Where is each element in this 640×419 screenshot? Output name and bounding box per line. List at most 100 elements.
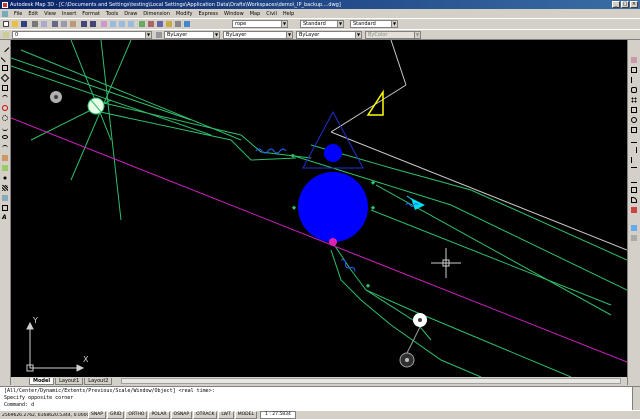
close-button[interactable]: × bbox=[630, 1, 638, 8]
zoom-previous-icon[interactable] bbox=[127, 20, 135, 28]
command-scrollbar[interactable] bbox=[632, 387, 640, 411]
erase-icon[interactable] bbox=[630, 56, 638, 64]
scale-icon[interactable] bbox=[630, 126, 638, 134]
minimize-button[interactable]: _ bbox=[612, 1, 620, 8]
mirror-icon[interactable] bbox=[630, 76, 638, 84]
new-icon[interactable] bbox=[2, 20, 10, 28]
menu-express[interactable]: Express bbox=[195, 11, 221, 17]
menu-insert[interactable]: Insert bbox=[59, 11, 79, 17]
app-icon[interactable] bbox=[2, 1, 8, 8]
tool-palettes-icon[interactable] bbox=[156, 20, 164, 28]
stretch-icon[interactable] bbox=[630, 136, 638, 144]
lineweight-combo[interactable]: ByLayer ▼ bbox=[296, 31, 362, 39]
otrack-toggle[interactable]: OTRACK bbox=[193, 411, 218, 419]
menu-draw[interactable]: Draw bbox=[121, 11, 140, 17]
document-icon[interactable] bbox=[2, 10, 8, 17]
ellipse-arc-icon[interactable] bbox=[1, 144, 9, 152]
textstyle-combo[interactable]: Standard ▼ bbox=[350, 20, 398, 28]
menu-file[interactable]: File bbox=[11, 11, 25, 17]
linetype-combo[interactable]: ByLayer ▼ bbox=[223, 31, 293, 39]
pan-icon[interactable] bbox=[100, 20, 108, 28]
horizontal-scrollbar[interactable] bbox=[121, 378, 621, 384]
extend-icon[interactable] bbox=[630, 156, 638, 164]
offset-icon[interactable] bbox=[630, 86, 638, 94]
move-icon[interactable] bbox=[630, 106, 638, 114]
command-prompt[interactable]: Command: d bbox=[4, 402, 636, 409]
help-icon[interactable] bbox=[183, 20, 191, 28]
calculator-icon[interactable] bbox=[174, 20, 182, 28]
circle-icon[interactable] bbox=[1, 104, 9, 112]
join-icon[interactable] bbox=[630, 176, 638, 184]
model-toggle[interactable]: MODEL bbox=[234, 411, 257, 419]
arc-icon[interactable] bbox=[1, 94, 9, 102]
rotate-icon[interactable] bbox=[630, 116, 638, 124]
revcloud-icon[interactable] bbox=[1, 114, 9, 122]
cut-icon[interactable] bbox=[51, 20, 59, 28]
menu-modify[interactable]: Modify bbox=[173, 11, 196, 17]
command-window[interactable]: [All/Center/Dynamic/Extents/Previous/Sca… bbox=[0, 386, 640, 411]
design-center-icon[interactable] bbox=[147, 20, 155, 28]
polygon-icon[interactable] bbox=[0, 73, 10, 83]
menu-tools[interactable]: Tools bbox=[103, 11, 121, 17]
draw-order-icon[interactable] bbox=[630, 224, 638, 232]
polar-toggle[interactable]: POLAR bbox=[148, 411, 170, 419]
trim-icon[interactable] bbox=[630, 146, 638, 154]
line-icon[interactable] bbox=[0, 43, 10, 53]
break-icon[interactable] bbox=[630, 166, 638, 174]
menu-dimension[interactable]: Dimension bbox=[140, 11, 173, 17]
coordinate-readout[interactable]: 2569626.2762, 6168620.5344, 0.0000 bbox=[0, 413, 88, 418]
copy-icon[interactable] bbox=[60, 20, 68, 28]
osnap-toggle[interactable]: OSNAP bbox=[170, 411, 193, 419]
zoom-window-icon[interactable] bbox=[118, 20, 126, 28]
tab-layout2[interactable]: Layout2 bbox=[84, 378, 113, 385]
layer-combo[interactable]: 0 ▼ bbox=[12, 31, 152, 39]
print-icon[interactable] bbox=[31, 20, 39, 28]
grid-toggle[interactable]: GRID bbox=[107, 411, 125, 419]
ellipse-icon[interactable] bbox=[1, 134, 9, 142]
undo-icon[interactable] bbox=[80, 20, 88, 28]
maximize-button[interactable]: □ bbox=[621, 1, 629, 8]
fillet-icon[interactable] bbox=[630, 196, 638, 204]
hatch-icon[interactable] bbox=[1, 184, 9, 192]
tab-model[interactable]: Model bbox=[29, 378, 55, 385]
drawing-svg[interactable]: Y X bbox=[11, 40, 627, 377]
annotation-scale[interactable]: 1 : 27.5834 bbox=[259, 411, 296, 419]
markup-icon[interactable] bbox=[165, 20, 173, 28]
spline-icon[interactable] bbox=[1, 124, 9, 132]
menu-window[interactable]: Window bbox=[221, 11, 247, 17]
preview-icon[interactable] bbox=[40, 20, 48, 28]
open-icon[interactable] bbox=[11, 20, 19, 28]
menu-edit[interactable]: Edit bbox=[25, 11, 41, 17]
zoom-realtime-icon[interactable] bbox=[109, 20, 117, 28]
snap-toggle[interactable]: SNAP bbox=[88, 411, 107, 419]
mtext-icon[interactable]: A bbox=[1, 214, 9, 222]
style-combo[interactable]: rope ▼ bbox=[232, 20, 288, 28]
insert-block-icon[interactable] bbox=[1, 154, 9, 162]
chamfer-icon[interactable] bbox=[630, 186, 638, 194]
construction-line-icon[interactable] bbox=[0, 53, 10, 63]
text-edit-icon[interactable] bbox=[630, 234, 638, 242]
region-icon[interactable] bbox=[1, 194, 9, 202]
lwt-toggle[interactable]: LWT bbox=[218, 411, 234, 419]
rectangle-icon[interactable] bbox=[1, 84, 9, 92]
menu-format[interactable]: Format bbox=[79, 11, 103, 17]
explode-icon[interactable] bbox=[630, 206, 638, 214]
point-icon[interactable] bbox=[1, 174, 9, 182]
menu-view[interactable]: View bbox=[41, 11, 59, 17]
array-icon[interactable] bbox=[630, 96, 638, 104]
color-combo[interactable]: ByLayer ▼ bbox=[164, 31, 220, 39]
properties-icon[interactable] bbox=[138, 20, 146, 28]
menu-help[interactable]: Help bbox=[280, 11, 297, 17]
copy-object-icon[interactable] bbox=[630, 66, 638, 74]
redo-icon[interactable] bbox=[89, 20, 97, 28]
paste-icon[interactable] bbox=[69, 20, 77, 28]
ortho-toggle[interactable]: ORTHO bbox=[125, 411, 148, 419]
tab-layout1[interactable]: Layout1 bbox=[55, 378, 84, 385]
menu-map[interactable]: Map bbox=[247, 11, 264, 17]
save-icon[interactable] bbox=[20, 20, 28, 28]
make-current-icon[interactable] bbox=[155, 31, 163, 39]
table-icon[interactable] bbox=[1, 204, 9, 212]
layer-manager-icon[interactable] bbox=[2, 31, 10, 39]
dimstyle-combo[interactable]: Standard ▼ bbox=[300, 20, 344, 28]
polyline-icon[interactable] bbox=[1, 64, 9, 72]
